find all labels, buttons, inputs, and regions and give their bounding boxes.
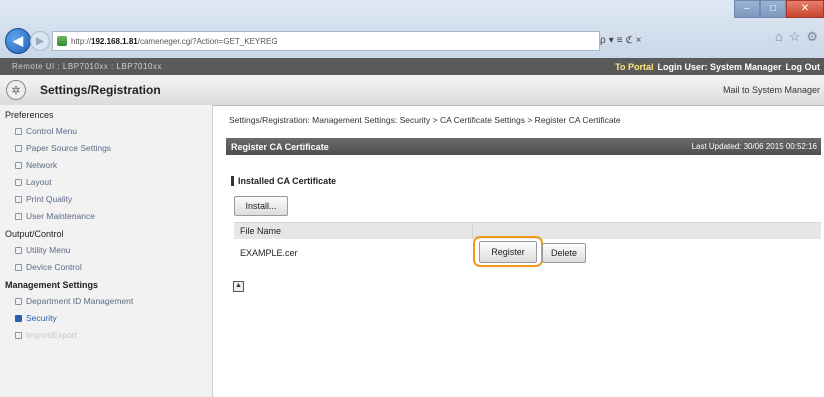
bullet-icon — [15, 128, 22, 136]
search-icon[interactable]: ρ — [600, 35, 606, 46]
sidebar-item-network[interactable]: Network — [0, 156, 212, 173]
mail-to-system-manager-link[interactable]: Mail to System Manager — [723, 85, 820, 95]
user-bar: Remote UI : LBP7010xx : LBP7010xx To Por… — [0, 58, 824, 75]
sidebar-section-preferences: Preferences — [5, 110, 54, 120]
star-icon[interactable]: ☆ — [789, 29, 801, 45]
sidebar-item-department-id-management[interactable]: Department ID Management — [0, 292, 212, 309]
panel-header: Register CA Certificate Last Updated: 30… — [226, 138, 821, 155]
address-bar[interactable]: http:// 192.168.1.81 /cameneger.cgi?Acti… — [52, 31, 600, 51]
install-button[interactable]: Install... — [234, 196, 288, 216]
bullet-icon — [15, 298, 22, 306]
logout-link[interactable]: Log Out — [786, 62, 821, 72]
file-name-cell: EXAMPLE.cer — [240, 248, 298, 258]
address-tools: ρ ▾ ≡ ℭ × — [600, 31, 641, 49]
sidebar-item-user-maintenance[interactable]: User Maintenance — [0, 207, 212, 224]
sidebar-section-management-settings: Management Settings — [5, 280, 99, 290]
sidebar-item-label: Control Menu — [26, 126, 78, 136]
close-window-button[interactable]: ✕ — [786, 0, 824, 18]
address-host: 192.168.1.81 — [91, 36, 138, 46]
arrow-right-icon: ▶ — [36, 35, 44, 47]
sidebar-item-label: User Maintenance — [26, 211, 95, 221]
browser-toolbar-icons: ⌂ ☆ ⚙ — [775, 29, 818, 45]
sidebar-item-label: Network — [26, 160, 58, 170]
sidebar-item-label: Device Control — [26, 262, 82, 272]
bullet-icon — [15, 315, 22, 323]
login-user-label: Login User: System Manager — [657, 61, 782, 72]
sidebar-item-control-menu[interactable]: Control Menu — [0, 122, 212, 139]
sidebar-item-paper-source-settings[interactable]: Paper Source Settings — [0, 139, 212, 156]
window-controls: – □ ✕ — [734, 0, 824, 18]
back-to-top-icon[interactable]: ▲ — [233, 281, 244, 292]
arrow-left-icon: ◀ — [13, 33, 23, 48]
browser-chrome: – □ ✕ ◀ ▶ http:// 192.168.1.81 /camenege… — [0, 0, 824, 59]
last-updated: Last Updated: 30/06 2015 00:52:16 — [691, 142, 817, 151]
stop-icon[interactable]: × — [636, 35, 642, 46]
dropdown-icon[interactable]: ▾ — [609, 35, 614, 46]
device-name: Remote UI : LBP7010xx : LBP7010xx — [12, 62, 162, 71]
sidebar-item-label: Layout — [26, 177, 52, 187]
address-prefix: http:// — [71, 36, 92, 46]
home-icon[interactable]: ⌂ — [775, 29, 783, 45]
bullet-icon — [15, 145, 22, 153]
sidebar-section-output-control: Output/Control — [5, 229, 64, 239]
sidebar-item-label: Security — [26, 313, 57, 323]
section-heading: Installed CA Certificate — [231, 176, 336, 186]
sidebar-item-import-export[interactable]: Import/Export — [0, 326, 212, 343]
bullet-icon — [15, 247, 22, 255]
sidebar-item-label: Print Quality — [26, 194, 73, 204]
sidebar-item-security[interactable]: Security — [0, 309, 212, 326]
breadcrumb: Settings/Registration: Management Settin… — [229, 115, 621, 125]
portal-link[interactable]: To Portal — [615, 62, 653, 72]
column-divider — [472, 223, 473, 239]
settings-logo-icon: ✲ — [6, 80, 26, 100]
sidebar-item-device-control[interactable]: Device Control — [0, 258, 212, 275]
bullet-icon — [15, 213, 22, 221]
register-button[interactable]: Register — [479, 241, 537, 263]
sidebar-item-label: Utility Menu — [26, 245, 71, 255]
sidebar-item-utility-menu[interactable]: Utility Menu — [0, 241, 212, 258]
refresh-icon[interactable]: ℭ — [626, 35, 633, 46]
column-header-file-name: File Name — [240, 226, 282, 236]
minimize-button[interactable]: – — [734, 0, 760, 18]
panel-title: Register CA Certificate — [231, 141, 329, 152]
compat-icon[interactable]: ≡ — [617, 35, 623, 46]
sidebar-item-label: Import/Export — [26, 330, 78, 340]
back-button[interactable]: ◀ — [5, 28, 31, 54]
sidebar-item-layout[interactable]: Layout — [0, 173, 212, 190]
bullet-icon — [15, 332, 22, 340]
sidebar-item-label: Paper Source Settings — [26, 143, 112, 153]
sidebar-item-label: Department ID Management — [26, 296, 134, 306]
page-header: ✲ Settings/Registration Mail to System M… — [0, 75, 824, 106]
gear-icon[interactable]: ⚙ — [806, 29, 818, 45]
forward-button[interactable]: ▶ — [30, 31, 50, 51]
maximize-button[interactable]: □ — [760, 0, 786, 18]
sidebar-item-print-quality[interactable]: Print Quality — [0, 190, 212, 207]
delete-button[interactable]: Delete — [542, 243, 586, 263]
bullet-icon — [15, 179, 22, 187]
sidebar: Preferences Control Menu Paper Source Se… — [0, 105, 213, 397]
bullet-icon — [15, 196, 22, 204]
address-path: /cameneger.cgi?Action=GET_KEYREG — [137, 36, 278, 46]
bullet-icon — [15, 162, 22, 170]
bullet-icon — [15, 264, 22, 272]
page-title: Settings/Registration — [40, 83, 161, 97]
site-favicon-icon — [57, 36, 67, 46]
